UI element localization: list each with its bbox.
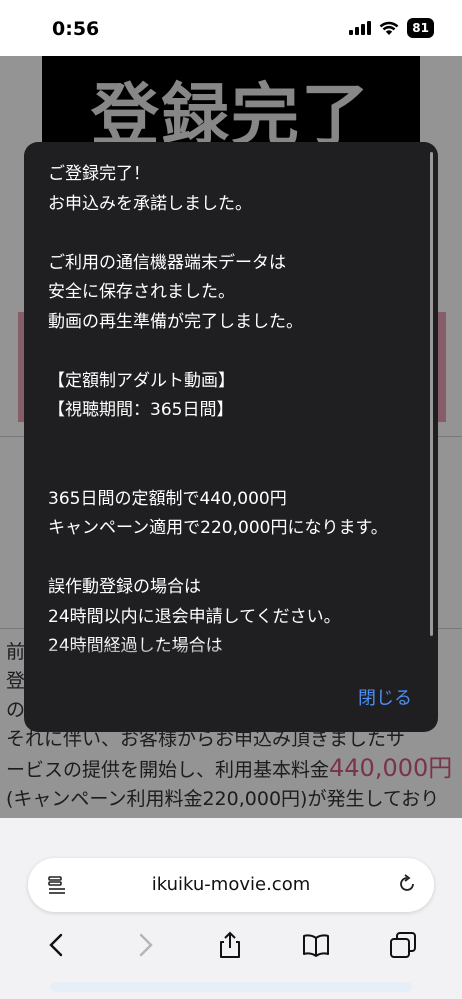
- home-indicator: [50, 982, 412, 992]
- battery-indicator: 81: [407, 18, 434, 38]
- alert-dialog: ご登録完了！ お申込みを承諾しました。 ご利用の通信機器端末データは 安全に保存…: [24, 142, 438, 732]
- wifi-icon: [379, 21, 399, 35]
- reload-icon[interactable]: [396, 873, 418, 895]
- bookmarks-icon[interactable]: [301, 930, 331, 960]
- status-bar: 0:56 81: [0, 0, 462, 56]
- address-bar[interactable]: ikuiku-movie.com: [28, 858, 434, 912]
- status-icons: 81: [349, 18, 434, 38]
- close-button[interactable]: 閉じる: [358, 684, 412, 710]
- forward-icon[interactable]: [130, 930, 160, 960]
- url-text: ikuiku-movie.com: [151, 874, 311, 895]
- status-time: 0:56: [52, 18, 100, 40]
- dialog-message: ご登録完了！ お申込みを承諾しました。 ご利用の通信機器端末データは 安全に保存…: [48, 164, 388, 656]
- back-icon[interactable]: [42, 930, 72, 960]
- dialog-fade: [24, 642, 438, 672]
- share-icon[interactable]: [215, 930, 245, 960]
- tabs-icon[interactable]: [388, 930, 418, 960]
- cellular-signal-icon: [349, 21, 372, 35]
- dialog-scrollbar[interactable]: [430, 152, 433, 636]
